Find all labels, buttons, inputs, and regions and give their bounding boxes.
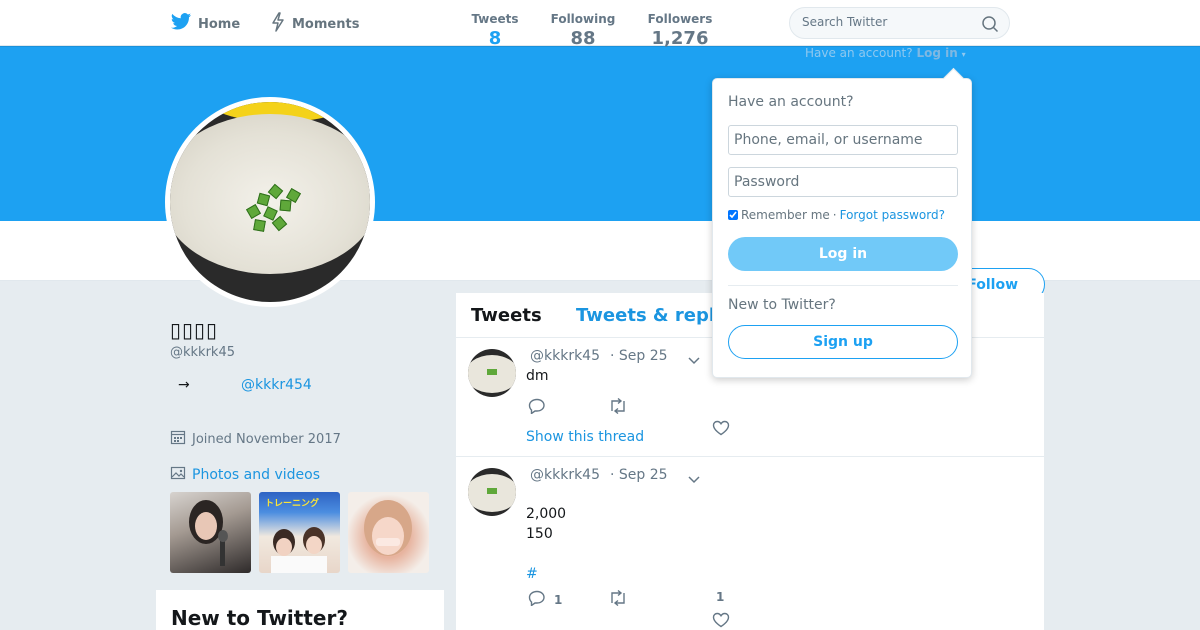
nav-home-label: Home (198, 16, 241, 32)
retweet-action[interactable] (608, 589, 636, 609)
search-input[interactable] (802, 15, 972, 29)
stat-following[interactable]: Following 88 (545, 12, 621, 49)
media-thumbnail[interactable] (170, 492, 251, 573)
search-box (789, 7, 1010, 39)
bio-arrow: → (178, 377, 190, 393)
show-thread-link[interactable]: Show this thread (526, 429, 644, 445)
photos-videos-link[interactable]: Photos and videos (170, 465, 320, 485)
tweet-text-line: 2,000 (526, 506, 567, 522)
signup-button[interactable]: Sign up (728, 325, 958, 359)
tweet[interactable]: @kkkrk45 · Sep 25 2,000 150 # 1 1 (456, 457, 1044, 630)
stat-followers[interactable]: Followers 1,276 (640, 12, 720, 49)
tweet-avatar[interactable] (468, 349, 516, 397)
photos-videos-label: Photos and videos (192, 467, 321, 483)
signup-card: New to Twitter? (156, 590, 444, 630)
divider (728, 285, 958, 286)
bird-icon (170, 12, 192, 36)
image-icon (170, 465, 186, 485)
login-dropdown: Have an account? Remember me · Forgot pa… (712, 78, 972, 378)
soup-bowl-image (170, 102, 370, 302)
nav-moments[interactable]: Moments (270, 12, 359, 36)
login-button[interactable]: Log in (728, 237, 958, 271)
login-hint-question: Have an account? (805, 46, 913, 60)
new-to-twitter-label: New to Twitter? (728, 297, 836, 313)
tweet-date[interactable]: · Sep 25 (610, 348, 668, 364)
hashtag-link[interactable]: # (526, 566, 538, 582)
like-action[interactable] (712, 612, 730, 630)
remember-checkbox[interactable] (728, 210, 738, 220)
nav-home[interactable]: Home (170, 12, 240, 36)
reply-action[interactable]: 1 (528, 590, 562, 609)
profile-handle: @kkkrk45 (170, 345, 235, 360)
lightning-icon (270, 12, 286, 36)
stat-following-label: Following (550, 12, 616, 26)
tweet-date[interactable]: · Sep 25 (610, 467, 668, 483)
forgot-password-link[interactable]: Forgot password? (840, 208, 945, 222)
retweet-action[interactable] (608, 397, 636, 417)
like-count: 1 (716, 590, 725, 604)
tweet-handle[interactable]: @kkkrk45 (530, 467, 600, 483)
password-field[interactable] (728, 167, 958, 197)
caret-down-icon: ▾ (961, 50, 966, 59)
login-hint-link[interactable]: Log in (916, 46, 957, 60)
media-thumbnail[interactable] (348, 492, 429, 573)
chevron-down-icon[interactable] (688, 469, 700, 488)
remember-label[interactable]: Remember me (741, 208, 830, 222)
stat-followers-label: Followers (647, 12, 713, 26)
bio-link[interactable]: @kkkr454 (241, 377, 312, 393)
stat-tweets-value: 8 (488, 28, 502, 49)
profile-avatar[interactable] (165, 97, 375, 307)
search-icon[interactable] (981, 15, 999, 37)
tweet-text-line: 150 (526, 526, 553, 542)
stat-followers-value: 1,276 (651, 28, 709, 49)
retweet-icon (608, 397, 628, 417)
media-thumbnail[interactable]: トレーニング (259, 492, 340, 573)
tweet-avatar[interactable] (468, 468, 516, 516)
signup-card-title: New to Twitter? (171, 606, 348, 630)
tab-tweets[interactable]: Tweets (471, 305, 542, 326)
chevron-down-icon[interactable] (688, 350, 700, 369)
heart-icon (712, 420, 730, 439)
like-count-label: 1 (716, 590, 724, 604)
reply-count: 1 (554, 592, 563, 607)
joined-date: Joined November 2017 (170, 429, 341, 449)
reply-action[interactable] (528, 398, 554, 417)
joined-label: Joined November 2017 (192, 431, 341, 447)
profile-name: ▯▯▯▯ (170, 318, 219, 342)
tab-tweets-replies[interactable]: Tweets & repl (576, 305, 715, 326)
username-field[interactable] (728, 125, 958, 155)
like-action[interactable] (712, 420, 738, 439)
remember-row: Remember me · Forgot password? (728, 208, 945, 222)
login-dropdown-title: Have an account? (728, 94, 854, 110)
heart-icon (712, 612, 730, 630)
tweet-text-line: dm (526, 368, 549, 384)
separator-dot: · (832, 208, 837, 222)
reply-icon (528, 590, 546, 609)
stat-following-value: 88 (570, 28, 596, 49)
nav-moments-label: Moments (292, 16, 360, 32)
login-hint: Have an account? Log in ▾ (805, 46, 966, 60)
reply-icon (528, 398, 546, 417)
stat-tweets[interactable]: Tweets 8 (455, 12, 535, 60)
calendar-icon (170, 429, 186, 449)
retweet-icon (608, 589, 628, 609)
stat-tweets-label: Tweets (471, 12, 519, 26)
tweet-handle[interactable]: @kkkrk45 (530, 348, 600, 364)
